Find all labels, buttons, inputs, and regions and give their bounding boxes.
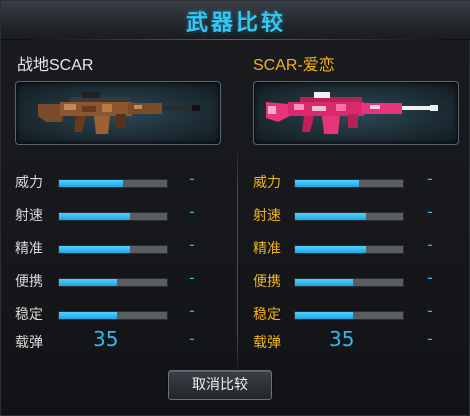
scar-rifle-pink-icon	[266, 92, 438, 134]
stat-bar-fill	[295, 180, 359, 187]
stat-value: -	[189, 202, 195, 221]
stat-row-ammo: 载弹 35 -	[237, 327, 467, 351]
stat-row-stability: 稳定 -	[1, 301, 231, 323]
stat-label: 威力	[253, 175, 281, 191]
stat-label: 射速	[15, 208, 43, 224]
stat-bar	[294, 245, 404, 254]
stat-row-stability: 稳定 -	[237, 301, 467, 323]
ammo-value: 35	[93, 327, 119, 351]
stat-label: 稳定	[253, 307, 281, 323]
scar-rifle-camo-icon	[38, 92, 200, 134]
stat-row-accuracy: 精准 -	[1, 235, 231, 257]
stat-bar-fill	[295, 246, 367, 253]
stat-bar	[294, 278, 404, 287]
left-weapon-column: 战地SCAR 威力 - 射速 - 精准 - 便携 - 稳定 - 载弹 35 -	[1, 39, 231, 369]
stat-bar-fill	[295, 279, 354, 286]
stat-value: -	[189, 169, 195, 188]
stat-value: -	[427, 268, 433, 287]
stat-bar	[294, 179, 404, 188]
stat-row-power: 威力 -	[237, 169, 467, 191]
stat-bar	[58, 245, 168, 254]
stat-bar-fill	[295, 213, 367, 220]
stat-row-portability: 便携 -	[1, 268, 231, 290]
cancel-compare-button[interactable]: 取消比较	[168, 370, 272, 400]
stat-bar-fill	[59, 312, 118, 319]
stat-row-fire-rate: 射速 -	[1, 202, 231, 224]
weapon-compare-dialog: 武器比较 战地SCAR 威力 - 射速 - 精准 - 便携 - 稳定 - 载弹 …	[0, 0, 470, 416]
stat-value: -	[189, 329, 195, 348]
stat-bar-fill	[295, 312, 354, 319]
stat-label: 稳定	[15, 307, 43, 323]
stat-row-ammo: 载弹 35 -	[1, 327, 231, 351]
stat-bar	[294, 212, 404, 221]
right-weapon-name: SCAR-爱恋	[253, 57, 335, 74]
stat-bar	[58, 179, 168, 188]
stat-row-power: 威力 -	[1, 169, 231, 191]
stat-bar	[58, 212, 168, 221]
stat-value: -	[189, 268, 195, 287]
left-weapon-name: 战地SCAR	[17, 57, 94, 74]
stat-label: 威力	[15, 175, 43, 191]
stat-value: -	[189, 301, 195, 320]
right-weapon-image	[253, 81, 459, 145]
stat-row-fire-rate: 射速 -	[237, 202, 467, 224]
stat-bar-fill	[59, 213, 131, 220]
stat-bar	[58, 311, 168, 320]
stat-value: -	[427, 169, 433, 188]
stat-bar	[58, 278, 168, 287]
stat-label: 便携	[15, 274, 43, 290]
stat-value: -	[427, 202, 433, 221]
title-bar: 武器比较	[1, 1, 470, 40]
ammo-value: 35	[329, 327, 355, 351]
stat-row-portability: 便携 -	[237, 268, 467, 290]
stat-label: 载弹	[253, 335, 281, 351]
stat-label: 载弹	[15, 335, 43, 351]
stat-bar-fill	[59, 279, 118, 286]
stat-value: -	[427, 301, 433, 320]
stat-value: -	[189, 235, 195, 254]
stat-value: -	[427, 329, 433, 348]
stat-label: 精准	[15, 241, 43, 257]
dialog-title: 武器比较	[185, 11, 286, 36]
stat-label: 精准	[253, 241, 281, 257]
stat-label: 便携	[253, 274, 281, 290]
left-weapon-image	[15, 81, 221, 145]
stat-bar-fill	[59, 180, 123, 187]
stat-label: 射速	[253, 208, 281, 224]
stat-bar-fill	[59, 246, 131, 253]
right-weapon-column: SCAR-爱恋 威力 - 射速 - 精准 - 便携 - 稳定 - 载弹 35 -	[237, 39, 467, 369]
stat-row-accuracy: 精准 -	[237, 235, 467, 257]
stat-value: -	[427, 235, 433, 254]
stat-bar	[294, 311, 404, 320]
